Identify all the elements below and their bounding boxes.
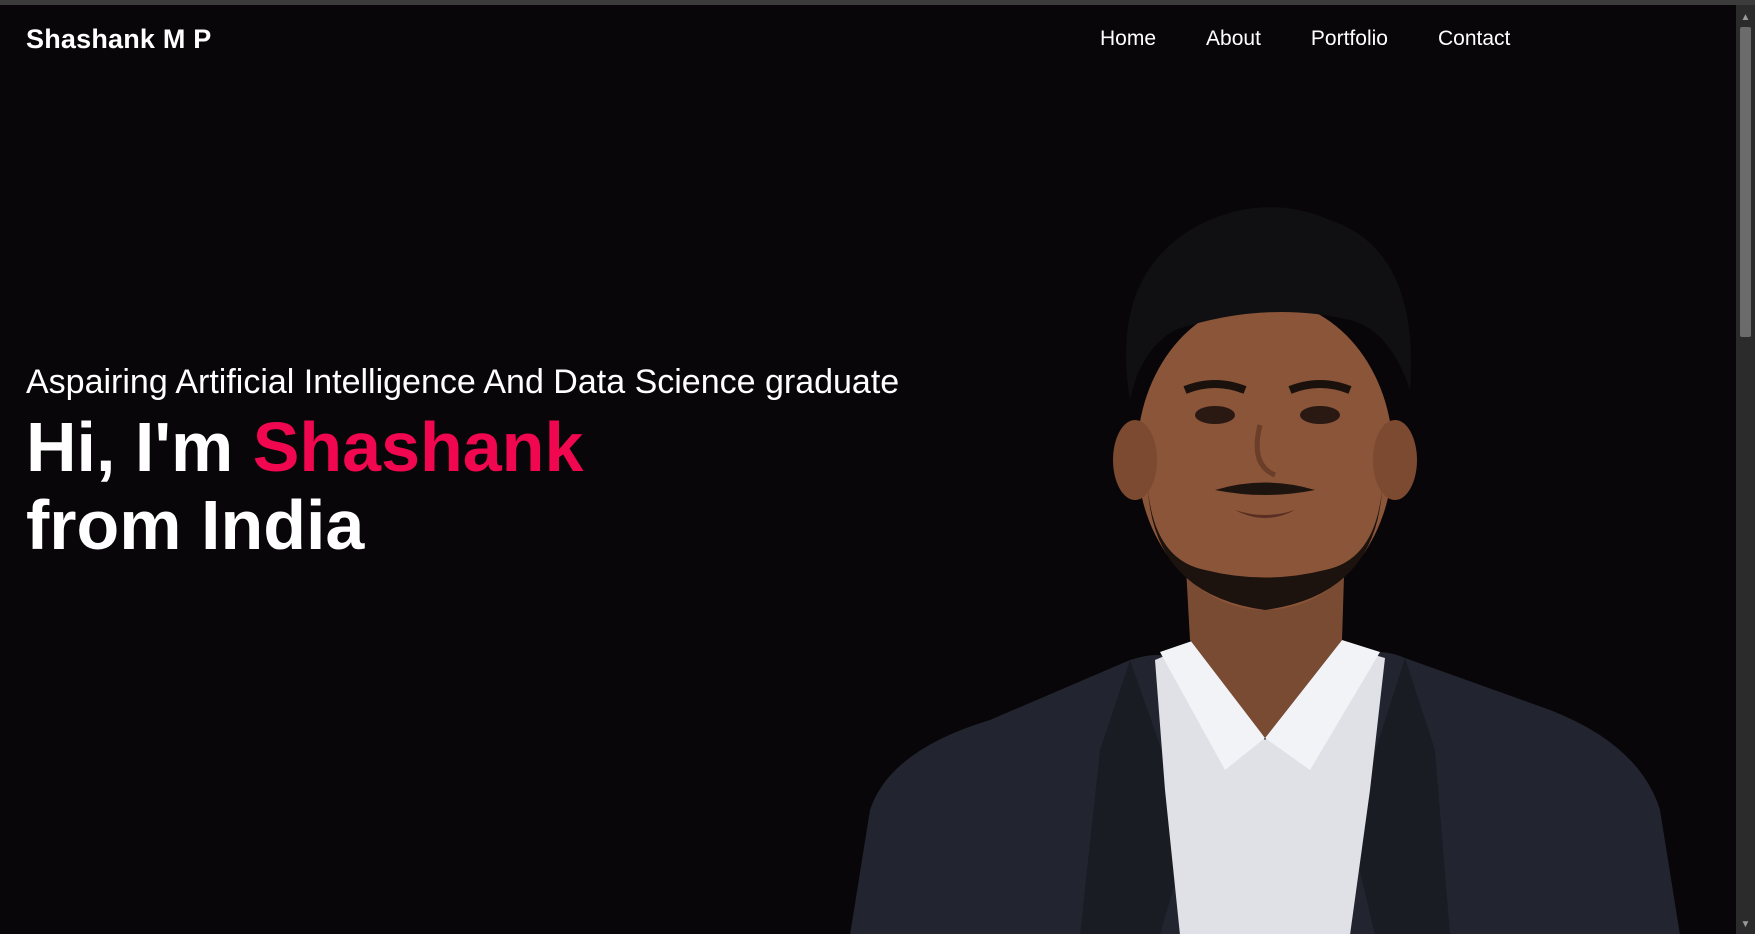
profile-portrait bbox=[850, 207, 1680, 934]
hero-greeting: Hi, I'm bbox=[26, 408, 253, 486]
hero-name: Shashank bbox=[252, 408, 584, 486]
nav-link-contact[interactable]: Contact bbox=[1438, 27, 1510, 51]
hero-subtitle: Aspairing Artificial Intelligence And Da… bbox=[26, 363, 900, 401]
scroll-up-arrow-icon[interactable]: ▲ bbox=[1736, 13, 1755, 23]
nav-link-about[interactable]: About bbox=[1206, 27, 1261, 51]
nav-link-home[interactable]: Home bbox=[1100, 27, 1156, 51]
page-viewport: Shashank M P Home About Portfolio Contac… bbox=[0, 5, 1736, 934]
main-nav: Home About Portfolio Contact bbox=[1100, 27, 1560, 51]
site-logo[interactable]: Shashank M P bbox=[26, 24, 211, 55]
scrollbar-thumb[interactable] bbox=[1740, 27, 1751, 337]
hero-location: from India bbox=[26, 486, 365, 564]
nav-link-portfolio[interactable]: Portfolio bbox=[1311, 27, 1388, 51]
scroll-down-arrow-icon[interactable]: ▼ bbox=[1736, 920, 1755, 930]
hero-title: Hi, I'm Shashank from India bbox=[26, 408, 583, 564]
vertical-scrollbar[interactable]: ▲ ▼ bbox=[1736, 5, 1755, 934]
